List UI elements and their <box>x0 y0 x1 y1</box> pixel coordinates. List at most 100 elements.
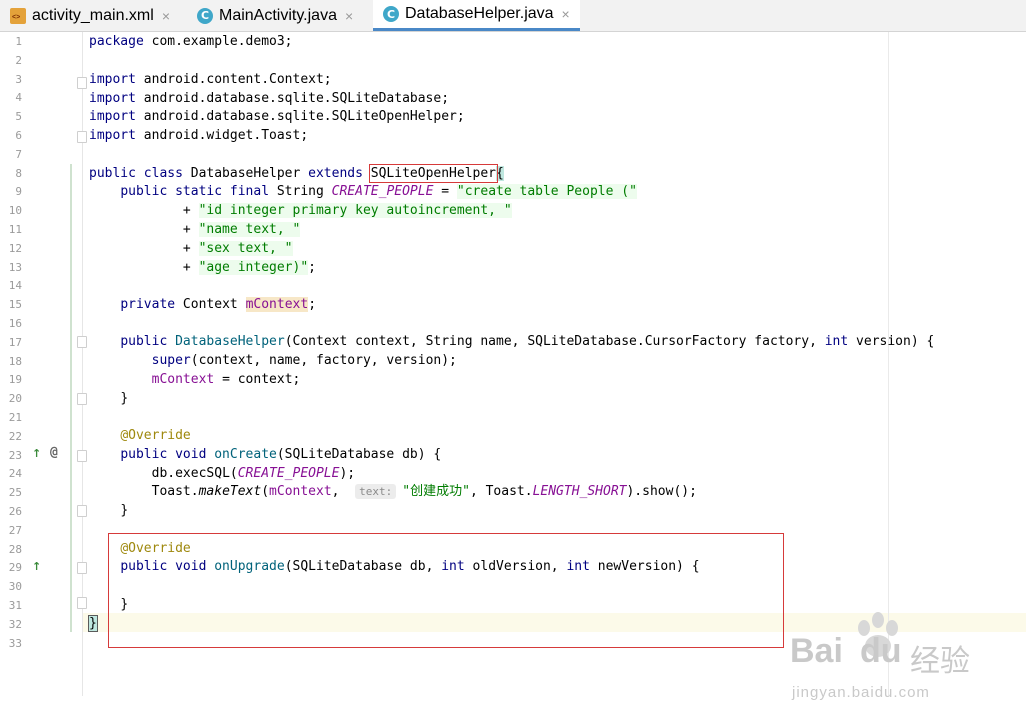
code-text: android.database.sqlite.SQLiteDatabase; <box>135 91 450 106</box>
keyword: import <box>89 109 136 124</box>
keyword: extends <box>308 166 363 181</box>
method-name: onCreate <box>214 447 277 462</box>
line-number: 29 <box>8 561 22 575</box>
line-number: 6 <box>15 129 22 142</box>
fold-marker[interactable] <box>77 450 87 462</box>
static-method-name: makeText <box>198 484 262 499</box>
line-number: 11 <box>8 223 22 236</box>
code-line-8: public class DatabaseHelper extends SQLi… <box>89 164 504 183</box>
tab-databasehelper-java[interactable]: C DatabaseHelper.java × <box>373 0 580 31</box>
close-icon[interactable]: × <box>562 6 570 22</box>
line-number: 5 <box>15 110 22 124</box>
keyword: private <box>120 297 176 312</box>
constant-name: CREATE_PEOPLE <box>237 466 340 481</box>
tab-label: MainActivity.java <box>219 6 337 24</box>
line-number: 22 <box>8 429 22 443</box>
close-icon[interactable]: × <box>345 8 353 24</box>
code-line-6: import android.widget.Toast; <box>89 126 308 145</box>
line-number: 26 <box>8 505 22 518</box>
class-name: DatabaseHelper <box>182 166 309 181</box>
keyword: public static final <box>120 184 270 199</box>
code-line-23: public void onCreate(SQLiteDatabase db) … <box>120 447 442 462</box>
xml-file-icon <box>10 7 26 24</box>
keyword: public class <box>89 166 183 181</box>
editor-tab-bar: activity_main.xml × C MainActivity.java … <box>0 0 1026 32</box>
tab-mainactivity-java[interactable]: C MainActivity.java × <box>197 0 353 31</box>
line-number: 4 <box>15 91 22 105</box>
keyword: public void <box>120 447 207 462</box>
code-line-10: + "id integer primary key autoincrement,… <box>182 203 512 218</box>
fold-marker[interactable] <box>77 131 87 143</box>
keyword: super <box>151 353 191 368</box>
keyword: int <box>824 334 849 349</box>
string-literal: "sex text, " <box>198 241 293 256</box>
close-icon[interactable]: × <box>162 8 170 24</box>
fold-marker[interactable] <box>77 505 87 517</box>
code-line-17: public DatabaseHelper(Context context, S… <box>120 334 935 349</box>
fold-marker[interactable] <box>77 562 87 574</box>
line-number: 30 <box>8 580 22 594</box>
fold-marker[interactable] <box>77 336 87 348</box>
constructor-name: DatabaseHelper <box>175 334 285 349</box>
annotation-at-icon[interactable]: @ <box>50 445 58 460</box>
keyword: import <box>89 72 136 87</box>
line-number: 14 <box>8 279 22 293</box>
line-number: 12 <box>8 241 22 255</box>
line-number: 2 <box>15 53 22 67</box>
string-literal: "name text, " <box>198 222 301 237</box>
string-literal: "id integer primary key autoincrement, " <box>198 203 512 218</box>
tab-label: DatabaseHelper.java <box>405 5 554 22</box>
class-file-icon: C <box>197 7 213 24</box>
line-number: 20 <box>8 392 22 406</box>
watermark-brand-du: du <box>860 632 902 670</box>
code-text: android.database.sqlite.SQLiteOpenHelper… <box>135 109 465 124</box>
line-number: 28 <box>8 542 22 556</box>
line-number: 9 <box>15 185 22 199</box>
line-number: 17 <box>8 335 22 349</box>
code-text: com.example.demo3; <box>143 34 293 49</box>
line-number: 31 <box>8 599 22 612</box>
superclass-name: SQLiteOpenHelper <box>368 164 499 183</box>
right-margin-guide <box>888 32 889 696</box>
keyword: import <box>89 128 136 143</box>
code-line-12: + "sex text, " <box>182 241 293 256</box>
line-number: 1 <box>15 35 22 48</box>
code-line-25: Toast.makeText(mContext, text: "创建成功", To… <box>151 484 697 499</box>
line-number: 25 <box>8 486 22 500</box>
fold-marker[interactable] <box>77 393 87 405</box>
string-literal: "create table People (" <box>456 184 637 199</box>
keyword: package <box>89 34 144 49</box>
string-literal: "创建成功" <box>402 484 470 499</box>
code-line-22: @Override <box>89 426 190 445</box>
tab-label: activity_main.xml <box>32 6 154 24</box>
code-editor[interactable]: 1 2 3 4 5 6 7 8 9 10 11 12 13 14 15 16 17 18 19 20 21 22 23 24 2… <box>0 32 1026 701</box>
code-text: android.widget.Toast; <box>135 128 309 143</box>
tab-activity-main-xml[interactable]: activity_main.xml × <box>10 0 170 31</box>
field-name: mContext <box>269 484 332 499</box>
code-text: android.content.Context; <box>135 72 332 87</box>
fold-marker[interactable] <box>77 77 87 89</box>
code-line-11: + "name text, " <box>182 222 301 237</box>
code-line-19: mContext = context; <box>151 372 301 387</box>
highlight-box-onupgrade <box>108 533 784 648</box>
constant-name: CREATE_PEOPLE <box>331 184 434 199</box>
fold-marker[interactable] <box>77 597 87 609</box>
line-number: 13 <box>8 260 22 274</box>
line-number: 19 <box>8 373 22 387</box>
line-number: 23 <box>8 448 22 462</box>
watermark-cn: 经验 <box>910 645 970 678</box>
field-name: mContext <box>245 297 309 312</box>
line-number: 16 <box>8 317 22 330</box>
class-file-icon: C <box>383 6 399 22</box>
override-method-icon[interactable]: ↑ <box>32 560 41 573</box>
code-line-1: package com.example.demo3; <box>89 32 293 51</box>
override-method-icon[interactable]: ↑ <box>32 447 41 460</box>
line-number: 7 <box>15 147 22 161</box>
code-line-5: import android.database.sqlite.SQLiteOpe… <box>89 107 465 126</box>
line-number: 18 <box>8 354 22 368</box>
code-line-32: } <box>88 614 98 633</box>
code-line-20: } <box>120 391 129 406</box>
code-line-24: db.execSQL(CREATE_PEOPLE); <box>151 466 356 481</box>
line-number: 15 <box>8 298 22 312</box>
line-number: 10 <box>8 204 22 218</box>
